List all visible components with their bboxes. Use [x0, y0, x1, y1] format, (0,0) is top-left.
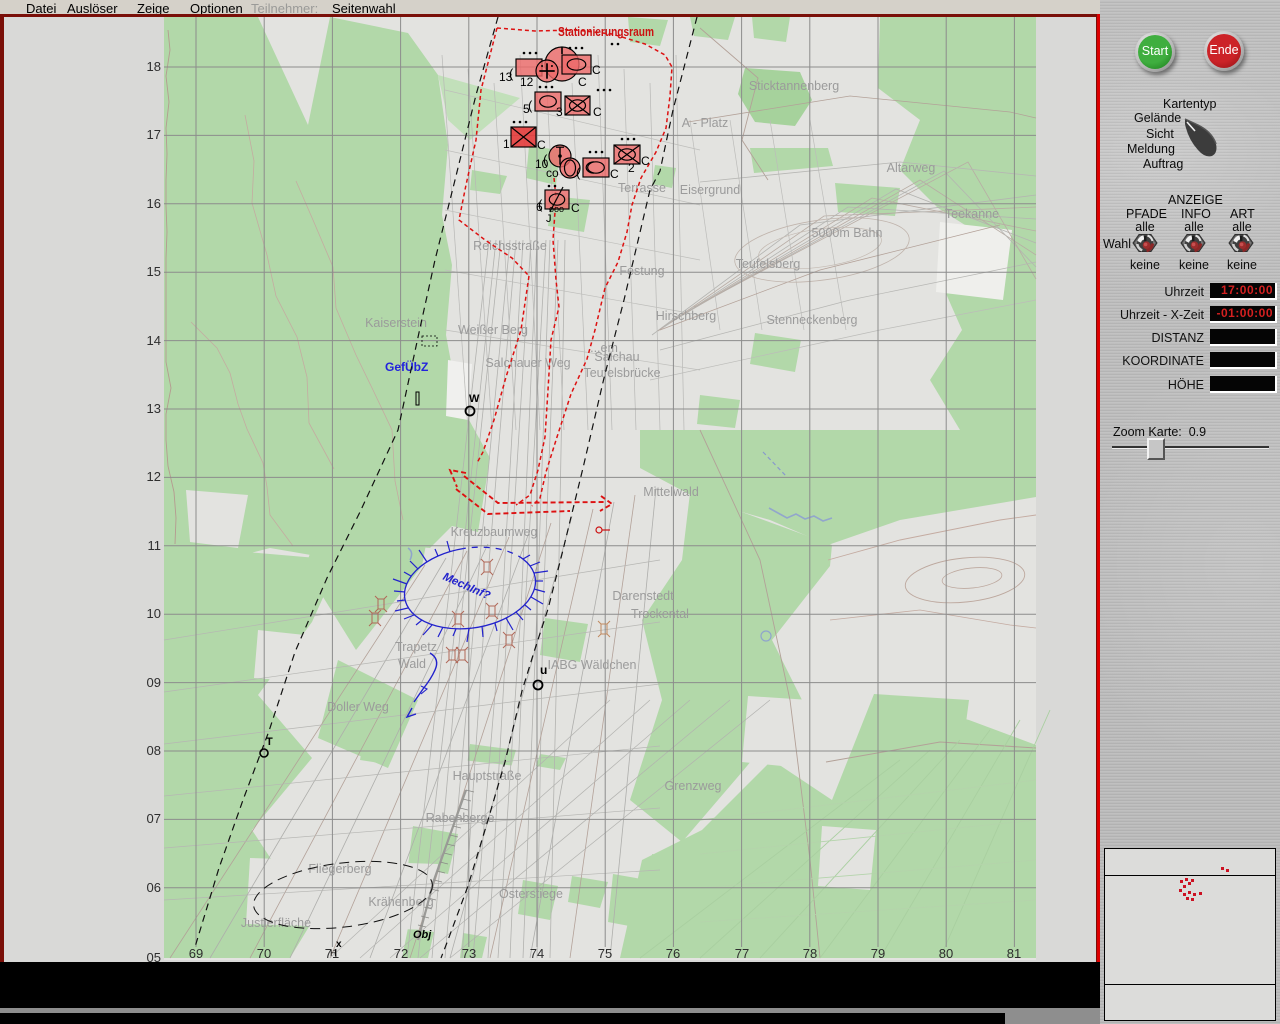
svg-text:Weißer Berg: Weißer Berg [458, 323, 528, 337]
svg-text:Festung: Festung [619, 264, 664, 278]
svg-text:C: C [593, 105, 602, 119]
svg-text:12: 12 [147, 469, 161, 484]
svg-text:Obj: Obj [413, 929, 432, 941]
svg-text:Sticktannenberg: Sticktannenberg [749, 79, 839, 93]
svg-text:Grenzweg: Grenzweg [665, 779, 722, 793]
svg-text:Altarweg: Altarweg [887, 161, 936, 175]
svg-text:(: ( [576, 165, 581, 180]
svg-text:C: C [641, 154, 650, 168]
svg-text:75: 75 [598, 946, 612, 961]
svg-text:C: C [610, 167, 619, 181]
svg-text:79: 79 [871, 946, 885, 961]
svg-text:76: 76 [666, 946, 680, 961]
svg-text:Kreuzbaumweg: Kreuzbaumweg [451, 525, 538, 539]
svg-text:Trockental: Trockental [631, 607, 689, 621]
svg-text:14: 14 [147, 333, 161, 348]
svg-text:80: 80 [939, 946, 953, 961]
svg-text:Teekanne: Teekanne [945, 207, 999, 221]
svg-text:11: 11 [148, 538, 162, 553]
svg-text:...em: ...em [590, 341, 618, 355]
svg-text:Rabenberge: Rabenberge [426, 811, 495, 825]
svg-text:6: 6 [536, 200, 543, 214]
svg-text:Wald: Wald [398, 657, 426, 671]
svg-text:T: T [266, 736, 273, 748]
svg-text:09: 09 [147, 675, 161, 690]
svg-text:06: 06 [147, 880, 161, 895]
svg-text:08: 08 [147, 743, 161, 758]
svg-text:12: 12 [520, 75, 534, 89]
svg-text:74: 74 [530, 946, 544, 961]
svg-text:17: 17 [147, 127, 161, 142]
svg-text:C: C [571, 201, 580, 215]
svg-text:78: 78 [803, 946, 817, 961]
svg-text:Darenstedt: Darenstedt [612, 589, 674, 603]
svg-text:IABG Wäldchen: IABG Wäldchen [548, 658, 637, 672]
svg-text:C: C [592, 63, 601, 77]
svg-text:81: 81 [1007, 946, 1021, 961]
svg-text:ooo: ooo [549, 204, 564, 214]
svg-text:72: 72 [394, 946, 408, 961]
svg-text:13: 13 [147, 401, 161, 416]
svg-text:C: C [578, 75, 587, 89]
svg-text:Krähenberg: Krähenberg [368, 895, 433, 909]
svg-text:2: 2 [628, 161, 635, 175]
svg-text:Doller Weg: Doller Weg [327, 700, 389, 714]
svg-text:07: 07 [147, 811, 161, 826]
svg-text:x: x [336, 939, 342, 950]
svg-text:Stenneckenberg: Stenneckenberg [766, 313, 857, 327]
svg-text:u: u [540, 663, 547, 677]
svg-text:Hauptstraße: Hauptstraße [453, 769, 522, 783]
svg-text:Trapetz: Trapetz [395, 640, 437, 654]
svg-text:Teufelsbrücke: Teufelsbrücke [583, 366, 660, 380]
svg-text:5000m Bahn: 5000m Bahn [812, 226, 883, 240]
svg-text:16: 16 [147, 196, 161, 211]
svg-text:W: W [469, 393, 480, 405]
svg-text:77: 77 [735, 946, 749, 961]
svg-text:70: 70 [257, 946, 271, 961]
svg-text:(: ( [543, 152, 548, 167]
svg-text:Stationierungsraum: Stationierungsraum [558, 25, 654, 39]
svg-text:Kaiserstein: Kaiserstein [365, 316, 427, 330]
svg-text:15: 15 [147, 264, 161, 279]
svg-text:Terrasse: Terrasse [618, 181, 666, 195]
svg-text:3: 3 [556, 105, 563, 119]
svg-text:1: 1 [503, 137, 510, 151]
svg-text:H: H [330, 948, 337, 958]
svg-text:Mittelwald: Mittelwald [643, 485, 699, 499]
svg-text:Fliegerberg: Fliegerberg [308, 862, 371, 876]
svg-text:Hirschberg: Hirschberg [656, 309, 716, 323]
svg-text:05: 05 [147, 950, 161, 962]
svg-text:GefÜbZ: GefÜbZ [385, 359, 428, 374]
svg-text:69: 69 [189, 946, 203, 961]
svg-text:Eisergrund: Eisergrund [680, 183, 740, 197]
svg-text:C: C [537, 138, 546, 152]
svg-text:J: J [546, 213, 552, 225]
svg-text:Reichsstraße: Reichsstraße [473, 239, 547, 253]
svg-text:A - Platz: A - Platz [682, 116, 729, 130]
svg-text:co: co [546, 166, 559, 180]
svg-text:18: 18 [147, 59, 161, 74]
svg-text:10: 10 [147, 606, 161, 621]
svg-text:Teufelsberg: Teufelsberg [736, 257, 801, 271]
svg-text:Salchauer Weg: Salchauer Weg [485, 356, 570, 370]
svg-text:(: ( [509, 66, 514, 81]
svg-text:Osterstiege: Osterstiege [499, 887, 563, 901]
svg-text:73: 73 [462, 946, 476, 961]
svg-text:(: ( [528, 98, 533, 113]
